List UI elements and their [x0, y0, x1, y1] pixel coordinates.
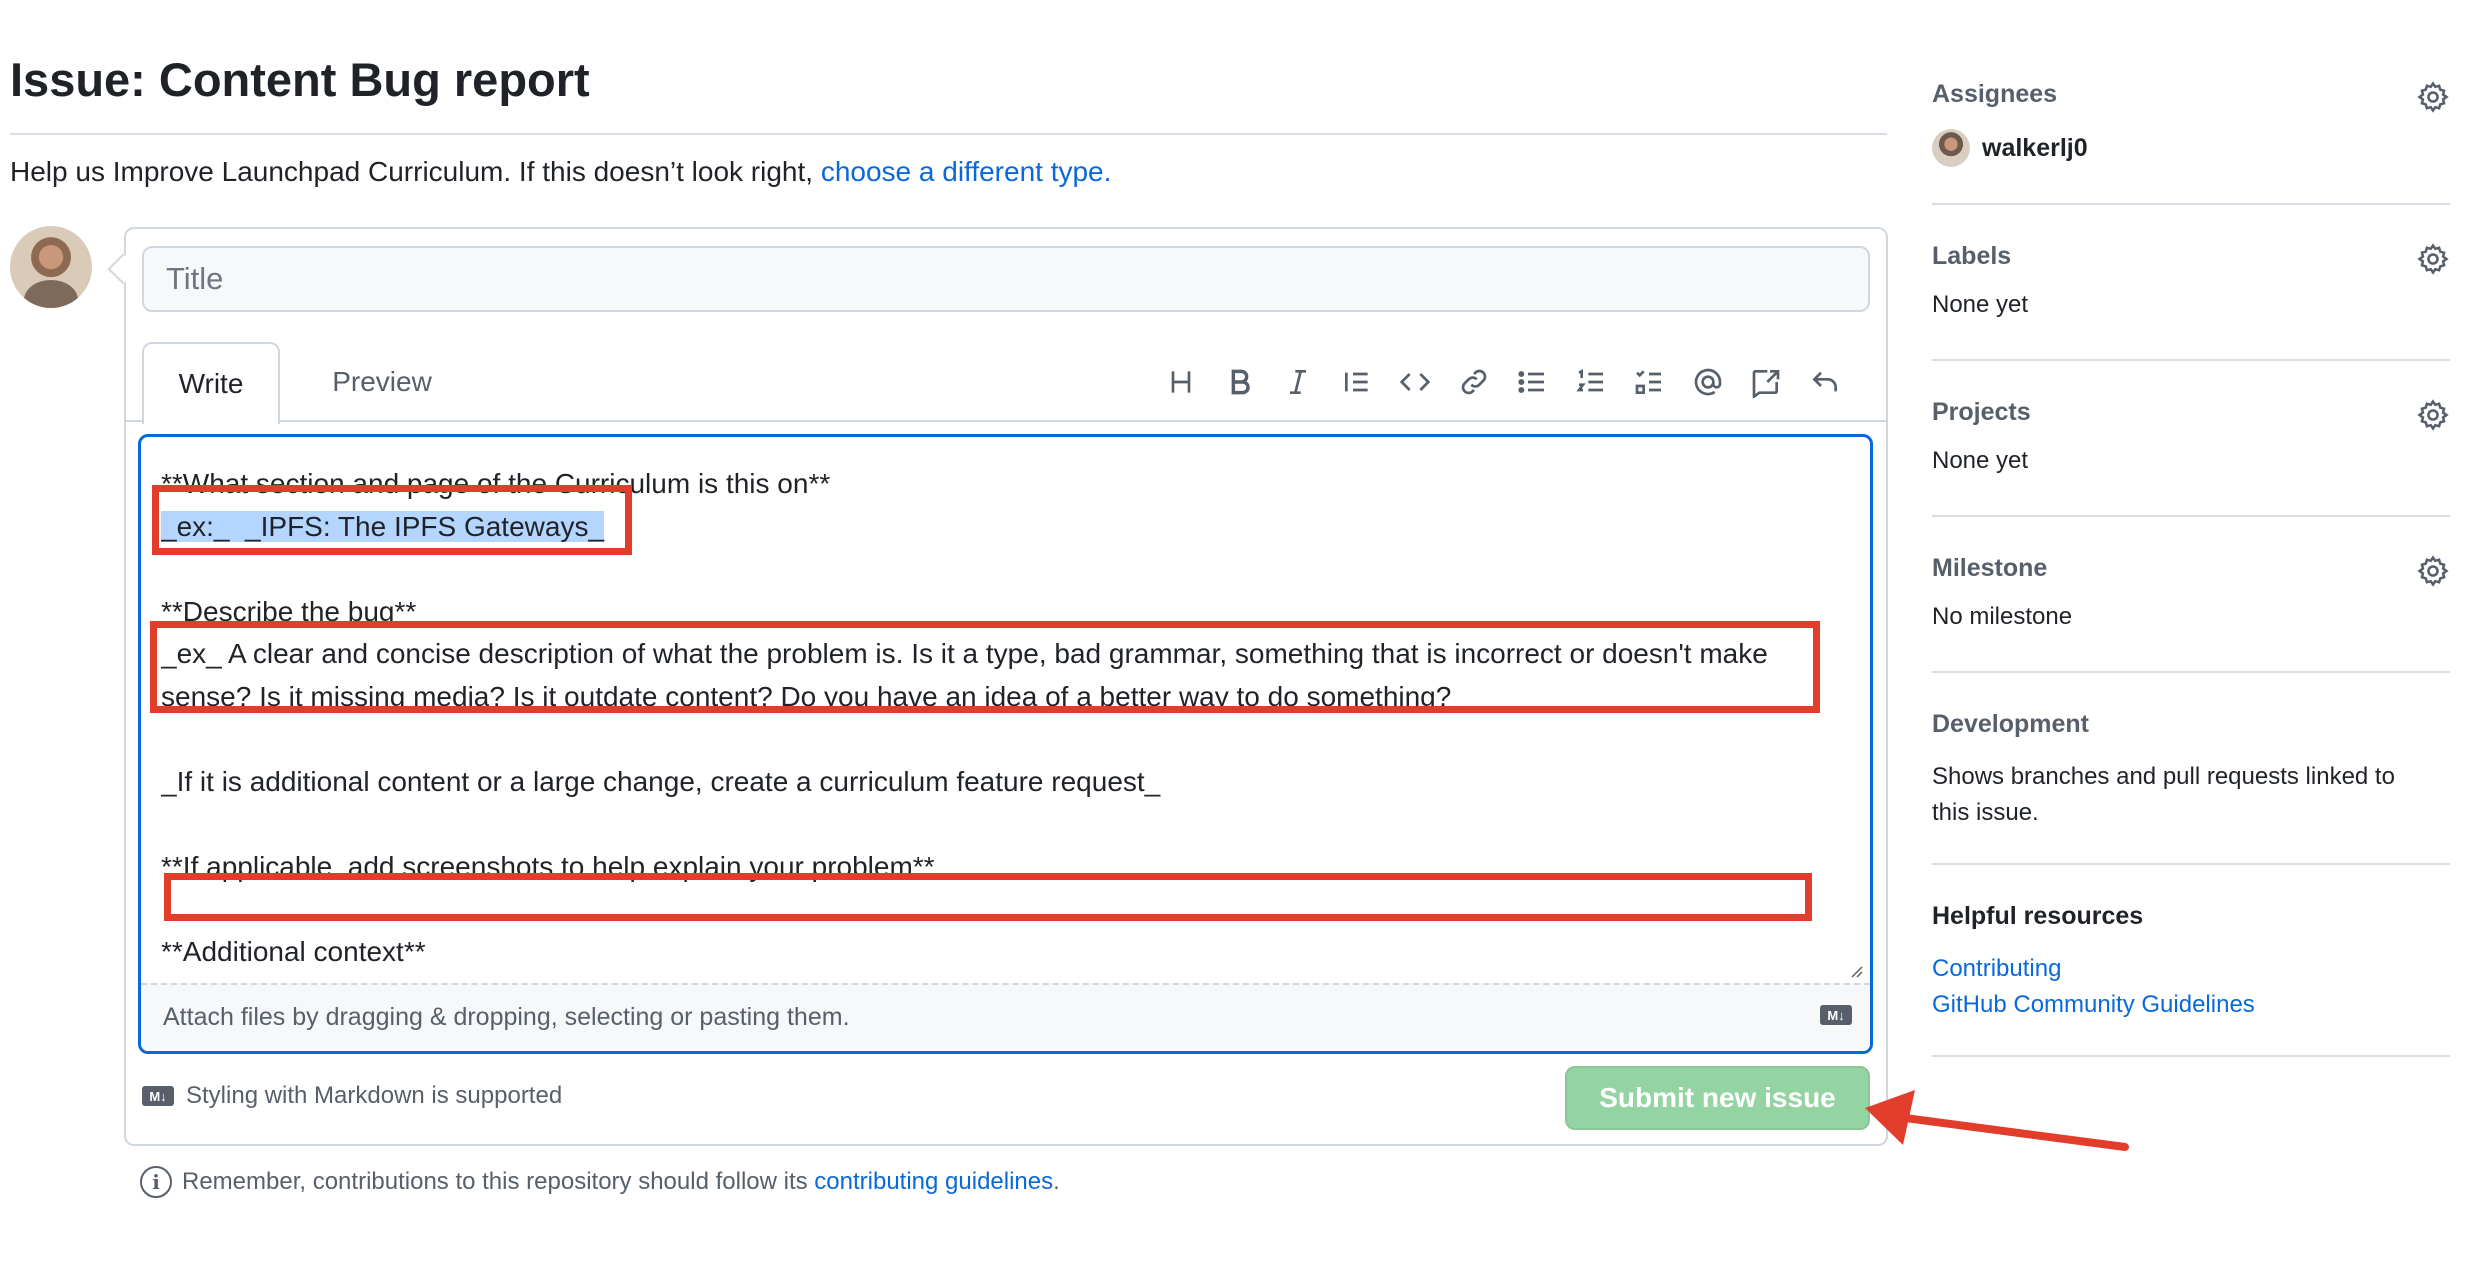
italic-icon[interactable] [1269, 358, 1328, 406]
labels-value: None yet [1932, 291, 2029, 318]
title-input[interactable] [142, 246, 1870, 312]
markdown-note-text: Styling with Markdown is supported [186, 1082, 563, 1109]
sidebar-divider [1932, 863, 2450, 865]
markdown-toolbar [1152, 358, 1854, 406]
projects-value: None yet [1932, 447, 2029, 474]
body-line: **Additional context** [161, 935, 426, 967]
link-icon[interactable] [1445, 358, 1504, 406]
labels-gear-icon[interactable] [2416, 242, 2450, 276]
author-avatar [10, 226, 92, 308]
intro-text: Help us Improve Launchpad Curriculum. If… [10, 156, 1111, 188]
milestone-value: No milestone [1932, 603, 2073, 630]
projects-gear-icon[interactable] [2416, 398, 2450, 432]
assignee-username: walkerlj0 [1982, 133, 2088, 162]
markdown-icon: M↓ [1820, 1005, 1852, 1025]
assignee-user[interactable]: walkerlj0 [1932, 129, 2450, 167]
markdown-icon: M↓ [142, 1086, 174, 1106]
milestone-gear-icon[interactable] [2416, 554, 2450, 588]
labels-heading: Labels [1932, 242, 2012, 270]
page-title: Issue: Content Bug report [10, 53, 590, 106]
sidebar-divider [1932, 203, 2450, 205]
sidebar-helpful-resources: Helpful resources Contributing GitHub Co… [1932, 902, 2450, 1023]
development-heading: Development [1932, 710, 2089, 738]
assignees-gear-icon[interactable] [2416, 80, 2450, 114]
body-line [161, 803, 1851, 846]
title-divider [10, 133, 1887, 135]
contributing-guidelines-link[interactable]: contributing guidelines [814, 1168, 1053, 1195]
bulleted-list-icon[interactable] [1503, 358, 1562, 406]
intro-label: Help us Improve Launchpad Curriculum. If… [10, 156, 814, 187]
projects-heading: Projects [1932, 398, 2031, 426]
tab-write[interactable]: Write [142, 342, 280, 424]
markdown-note: M↓ Styling with Markdown is supported [142, 1082, 562, 1110]
body-line: _If it is additional content or a large … [161, 765, 1161, 797]
sidebar-projects: Projects None yet [1932, 398, 2450, 475]
numbered-list-icon[interactable] [1562, 358, 1621, 406]
sidebar-divider [1932, 515, 2450, 517]
quote-icon[interactable] [1328, 358, 1387, 406]
remember-end: . [1053, 1168, 1060, 1195]
development-value: Shows branches and pull requests linked … [1932, 763, 2395, 826]
annotation-box-description [150, 621, 1820, 713]
code-icon[interactable] [1386, 358, 1445, 406]
milestone-heading: Milestone [1932, 554, 2048, 582]
sidebar-milestone: Milestone No milestone [1932, 554, 2450, 631]
choose-different-type-link[interactable]: choose a different type. [821, 156, 1112, 187]
body-line [161, 718, 1851, 761]
bold-icon[interactable] [1211, 358, 1270, 406]
assignee-avatar [1932, 129, 1970, 167]
community-guidelines-link[interactable]: GitHub Community Guidelines [1932, 987, 2450, 1023]
annotation-box-screenshots [164, 873, 1812, 921]
attach-files-text: Attach files by dragging & dropping, sel… [163, 1003, 850, 1031]
sidebar-assignees: Assignees walkerlj0 [1932, 80, 2450, 167]
mention-icon[interactable] [1679, 358, 1738, 406]
submit-new-issue-button[interactable]: Submit new issue [1565, 1066, 1870, 1130]
helpful-resources-heading: Helpful resources [1932, 902, 2144, 930]
remember-text: Remember, contributions to this reposito… [182, 1168, 808, 1195]
contributing-link[interactable]: Contributing [1932, 951, 2450, 987]
contribution-reminder: i Remember, contributions to this reposi… [140, 1166, 1060, 1198]
cross-reference-icon[interactable] [1737, 358, 1796, 406]
sidebar-divider [1932, 359, 2450, 361]
info-icon: i [140, 1166, 172, 1198]
resize-grip-icon[interactable] [1846, 961, 1864, 979]
sidebar-divider [1932, 1055, 2450, 1057]
attach-files-zone[interactable]: Attach files by dragging & dropping, sel… [141, 983, 1870, 1051]
sidebar-development: Development Shows branches and pull requ… [1932, 710, 2450, 831]
annotation-box-section [152, 485, 632, 555]
tab-preview[interactable]: Preview [298, 342, 466, 422]
heading-icon[interactable] [1152, 358, 1211, 406]
sidebar-labels: Labels None yet [1932, 242, 2450, 319]
task-list-icon[interactable] [1620, 358, 1679, 406]
undo-icon[interactable] [1796, 358, 1855, 406]
assignees-heading: Assignees [1932, 80, 2058, 108]
sidebar-divider [1932, 671, 2450, 673]
